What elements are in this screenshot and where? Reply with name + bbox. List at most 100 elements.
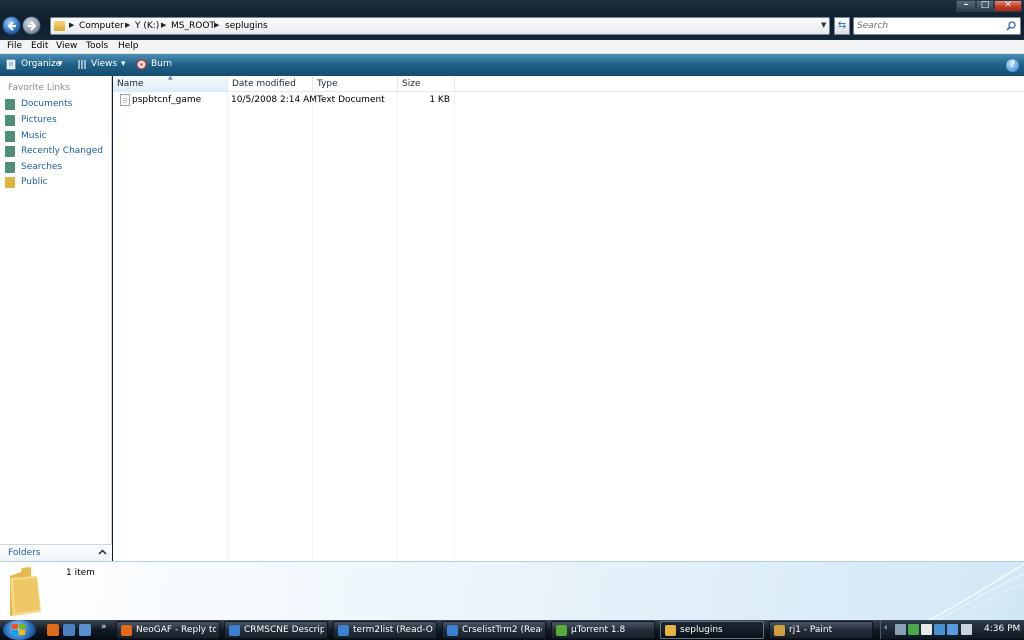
file-type: Text Document bbox=[317, 95, 385, 105]
title-bar: ▶ Computer ▶ Y (K:) ▶ MS_ROOT ▶ seplugin… bbox=[0, 0, 1024, 40]
minimize-button[interactable]: – bbox=[956, 0, 976, 12]
search-input[interactable] bbox=[857, 18, 1002, 34]
folders-label: Folders bbox=[8, 548, 41, 558]
burn-icon bbox=[136, 59, 147, 70]
taskbar-button-paint[interactable]: rj1 - Paint bbox=[769, 621, 873, 639]
chevron-right-icon[interactable]: ▶ bbox=[214, 21, 219, 29]
network-icon[interactable] bbox=[895, 624, 906, 635]
maximize-button[interactable]: □ bbox=[976, 0, 994, 12]
taskbar-button-utorrent[interactable]: µTorrent 1.8 bbox=[551, 621, 655, 639]
taskbar-button-term2list[interactable]: term2list (Read-On... bbox=[333, 621, 437, 639]
menu-help[interactable]: Help bbox=[118, 41, 139, 51]
file-list: ▲ Name Date modified Type Size pspbtcnf_… bbox=[113, 74, 1024, 561]
file-row[interactable]: pspbtcnf_game 10/5/2008 2:14 AM Text Doc… bbox=[113, 93, 455, 108]
app-tray-icon[interactable] bbox=[921, 624, 932, 635]
folder-icon bbox=[665, 625, 676, 636]
back-button[interactable] bbox=[2, 16, 21, 35]
favorite-link-recently-changed[interactable]: Recently Changed bbox=[0, 145, 110, 159]
menu-view[interactable]: View bbox=[56, 41, 77, 51]
column-divider bbox=[397, 92, 398, 561]
organize-button[interactable]: Organize bbox=[21, 59, 61, 69]
column-divider bbox=[312, 92, 313, 561]
start-button[interactable] bbox=[3, 620, 36, 640]
music-icon bbox=[5, 131, 15, 142]
burn-button[interactable]: Burn bbox=[151, 59, 172, 69]
close-button[interactable]: ✕ bbox=[994, 0, 1022, 12]
taskbar-button-crmscne[interactable]: CRMSCNE Descrip ... bbox=[224, 621, 328, 639]
chevron-right-icon[interactable]: ▶ bbox=[161, 21, 166, 29]
column-date-modified[interactable]: Date modified bbox=[228, 76, 313, 92]
address-bar[interactable]: ▶ Computer ▶ Y (K:) ▶ MS_ROOT ▶ seplugin… bbox=[50, 17, 830, 35]
forward-button[interactable] bbox=[22, 16, 41, 35]
column-name[interactable]: ▲ Name bbox=[113, 74, 228, 92]
help-icon[interactable]: ? bbox=[1006, 59, 1019, 72]
column-header: ▲ Name Date modified Type Size bbox=[113, 74, 1024, 92]
refresh-button[interactable]: ⇆ bbox=[834, 17, 850, 35]
back-arrow-icon bbox=[7, 21, 16, 31]
more-quicklaunch-icon[interactable]: » bbox=[101, 622, 107, 632]
file-size: 1 KB bbox=[429, 95, 450, 105]
public-folder-icon bbox=[5, 177, 15, 188]
views-icon bbox=[78, 60, 86, 69]
network-status-icon[interactable] bbox=[947, 624, 958, 635]
views-button[interactable]: Views bbox=[91, 59, 117, 69]
breadcrumb-ms-root[interactable]: MS_ROOT bbox=[171, 21, 215, 31]
folders-bar[interactable]: Folders bbox=[0, 544, 112, 561]
file-name: pspbtcnf_game bbox=[132, 95, 202, 105]
chevron-up-icon[interactable] bbox=[98, 548, 107, 557]
file-date: 10/5/2008 2:14 AM bbox=[231, 95, 318, 105]
item-count: 1 item bbox=[66, 568, 95, 578]
sort-ascending-icon: ▲ bbox=[168, 74, 173, 81]
firefox-icon bbox=[121, 625, 132, 636]
show-desktop-icon[interactable] bbox=[63, 624, 75, 636]
menu-tools[interactable]: Tools bbox=[86, 41, 108, 51]
navigation-pane: Favorite Links Documents Pictures Music … bbox=[0, 76, 112, 561]
menu-file[interactable]: File bbox=[7, 41, 22, 51]
volume-icon[interactable] bbox=[961, 624, 972, 635]
favorite-links-title: Favorite Links bbox=[8, 83, 70, 93]
firefox-icon[interactable] bbox=[47, 624, 59, 636]
breadcrumb-drive[interactable]: Y (K:) bbox=[135, 21, 159, 31]
chevron-down-icon[interactable]: ▾ bbox=[121, 59, 126, 69]
search-icon[interactable] bbox=[1006, 21, 1016, 31]
sync-tray-icon[interactable] bbox=[934, 624, 945, 635]
favorite-link-music[interactable]: Music bbox=[0, 130, 110, 144]
paint-icon bbox=[774, 625, 785, 636]
folder-icon bbox=[54, 21, 65, 31]
column-divider bbox=[227, 92, 228, 561]
windows-logo-icon bbox=[12, 624, 25, 635]
taskbar-button-neogaf[interactable]: NeoGAF - Reply to... bbox=[116, 621, 220, 639]
chevron-down-icon[interactable]: ▾ bbox=[58, 59, 63, 69]
breadcrumb-computer[interactable]: Computer bbox=[79, 21, 124, 31]
large-folder-icon bbox=[10, 567, 41, 616]
show-hidden-icons-icon[interactable]: ‹ bbox=[884, 623, 888, 633]
breadcrumb-seplugins[interactable]: seplugins bbox=[225, 21, 268, 31]
documents-icon bbox=[5, 99, 15, 110]
searches-icon bbox=[5, 162, 15, 173]
menu-edit[interactable]: Edit bbox=[31, 41, 48, 51]
text-document-icon bbox=[120, 94, 130, 106]
column-type[interactable]: Type bbox=[313, 76, 398, 92]
command-bar: Organize ▾ Views ▾ Burn ? bbox=[0, 54, 1024, 76]
column-divider bbox=[454, 92, 455, 561]
chevron-down-icon[interactable]: ▼ bbox=[821, 21, 826, 29]
column-size[interactable]: Size bbox=[398, 76, 455, 92]
switch-windows-icon[interactable] bbox=[79, 624, 91, 636]
organize-icon bbox=[6, 59, 16, 70]
favorite-link-searches[interactable]: Searches bbox=[0, 161, 110, 175]
favorite-link-documents[interactable]: Documents bbox=[0, 98, 110, 112]
taskbar: » NeoGAF - Reply to... CRMSCNE Descrip .… bbox=[0, 620, 1024, 640]
details-pane: 1 item bbox=[0, 561, 1024, 620]
taskbar-button-seplugins[interactable]: seplugins bbox=[660, 621, 764, 639]
taskbar-button-crselisttrm2[interactable]: CrselistTrm2 (Read... bbox=[442, 621, 546, 639]
clock[interactable]: 4:36 PM bbox=[984, 624, 1020, 634]
favorite-link-pictures[interactable]: Pictures bbox=[0, 114, 110, 128]
document-icon bbox=[447, 625, 458, 636]
chevron-right-icon[interactable]: ▶ bbox=[125, 21, 130, 29]
search-box[interactable] bbox=[853, 17, 1021, 35]
favorite-link-public[interactable]: Public bbox=[0, 176, 110, 190]
decorative-swoosh bbox=[928, 563, 1024, 620]
utorrent-icon bbox=[556, 625, 567, 636]
utorrent-tray-icon[interactable] bbox=[908, 624, 919, 635]
chevron-right-icon[interactable]: ▶ bbox=[69, 21, 74, 29]
